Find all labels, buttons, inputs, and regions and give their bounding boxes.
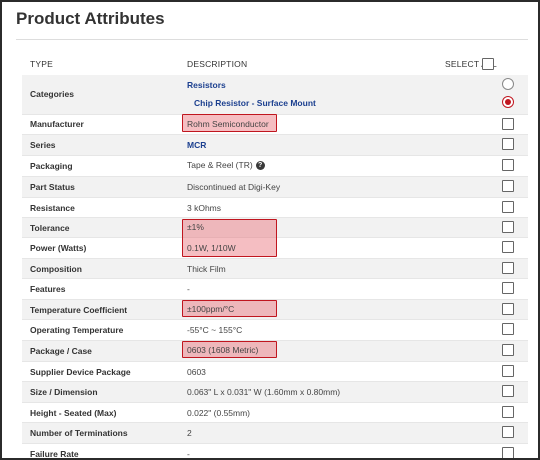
row-checkbox[interactable] bbox=[502, 365, 514, 377]
row-label: Failure Rate bbox=[30, 449, 79, 459]
table-row-size-dimension: Size / Dimension 0.063" L x 0.031" W (1.… bbox=[22, 382, 528, 403]
row-value: 0.022" (0.55mm) bbox=[187, 408, 251, 418]
row-label: Tolerance bbox=[30, 223, 70, 233]
row-label: Features bbox=[30, 284, 66, 294]
row-checkbox[interactable] bbox=[502, 118, 514, 130]
select-all-checkbox[interactable] bbox=[482, 58, 494, 70]
row-label: Categories bbox=[30, 89, 74, 99]
row-label: Series bbox=[30, 140, 56, 150]
category-radio-resistors[interactable] bbox=[502, 78, 514, 90]
row-checkbox[interactable] bbox=[502, 201, 514, 213]
page-title: Product Attributes bbox=[16, 9, 165, 28]
row-label: Size / Dimension bbox=[30, 387, 98, 397]
table-row-height-seated: Height - Seated (Max) 0.022" (0.55mm) bbox=[22, 403, 528, 423]
table-row-categories: Categories Resistors Chip Resistor - Sur… bbox=[22, 75, 528, 115]
row-checkbox[interactable] bbox=[502, 344, 514, 356]
table-row-features: Features - bbox=[22, 279, 528, 300]
category-resistors-link[interactable]: Resistors bbox=[187, 80, 226, 90]
row-label: Package / Case bbox=[30, 346, 92, 356]
row-checkbox[interactable] bbox=[502, 262, 514, 274]
title-divider bbox=[16, 39, 528, 40]
row-value: ±1% bbox=[187, 222, 204, 232]
row-value: 0603 bbox=[187, 367, 206, 377]
table-row-series: Series MCR bbox=[22, 135, 528, 156]
table-row-failure-rate: Failure Rate - bbox=[22, 444, 528, 459]
table-row-resistance: Resistance 3 kOhms bbox=[22, 198, 528, 218]
row-checkbox[interactable] bbox=[502, 447, 514, 458]
header-type: TYPE bbox=[30, 59, 54, 69]
row-value: 0.1W, 1/10W bbox=[187, 243, 236, 253]
row-value: - bbox=[187, 284, 190, 294]
row-value: -55°C ~ 155°C bbox=[187, 325, 243, 335]
row-label: Operating Temperature bbox=[30, 325, 124, 335]
row-label: Composition bbox=[30, 264, 82, 274]
row-checkbox[interactable] bbox=[502, 385, 514, 397]
row-value: Rohm Semiconductor bbox=[187, 119, 269, 129]
row-checkbox[interactable] bbox=[502, 303, 514, 315]
header-description: DESCRIPTION bbox=[187, 59, 248, 69]
row-checkbox[interactable] bbox=[502, 406, 514, 418]
row-label: Supplier Device Package bbox=[30, 367, 131, 377]
row-value: Discontinued at Digi-Key bbox=[187, 182, 281, 192]
row-checkbox[interactable] bbox=[502, 221, 514, 233]
table-row-part-status: Part Status Discontinued at Digi-Key bbox=[22, 177, 528, 198]
row-label: Power (Watts) bbox=[30, 243, 87, 253]
row-checkbox[interactable] bbox=[502, 323, 514, 335]
table-row-operating-temperature: Operating Temperature -55°C ~ 155°C bbox=[22, 320, 528, 341]
row-label: Temperature Coefficient bbox=[30, 305, 128, 315]
product-attributes-panel: Product Attributes TYPE DESCRIPTION SELE… bbox=[0, 0, 540, 460]
table-row-manufacturer: Manufacturer Rohm Semiconductor bbox=[22, 114, 528, 135]
table-row-packaging: Packaging Tape & Reel (TR)? bbox=[22, 156, 528, 177]
row-checkbox[interactable] bbox=[502, 159, 514, 171]
row-value: 2 bbox=[187, 428, 192, 438]
row-label: Packaging bbox=[30, 161, 73, 171]
row-value: 3 kOhms bbox=[187, 203, 222, 213]
row-label: Number of Terminations bbox=[30, 428, 128, 438]
row-label: Height - Seated (Max) bbox=[30, 408, 117, 418]
row-label: Part Status bbox=[30, 182, 75, 192]
table-row-supplier-device-package: Supplier Device Package 0603 bbox=[22, 362, 528, 382]
table-row-number-of-terminations: Number of Terminations 2 bbox=[22, 423, 528, 444]
series-link[interactable]: MCR bbox=[187, 140, 206, 150]
row-checkbox[interactable] bbox=[502, 282, 514, 294]
row-value: Thick Film bbox=[187, 264, 226, 274]
row-value: 0603 (1608 Metric) bbox=[187, 345, 259, 355]
row-value: - bbox=[187, 449, 190, 459]
row-checkbox[interactable] bbox=[502, 180, 514, 192]
category-radio-chip-resistor[interactable] bbox=[502, 96, 514, 108]
row-checkbox[interactable] bbox=[502, 426, 514, 438]
table-row-composition: Composition Thick Film bbox=[22, 259, 528, 279]
table-row-temperature-coefficient: Temperature Coefficient ±100ppm/°C bbox=[22, 300, 528, 320]
row-value: Tape & Reel (TR) bbox=[187, 160, 253, 170]
row-checkbox[interactable] bbox=[502, 138, 514, 150]
row-label: Resistance bbox=[30, 203, 75, 213]
row-value: 0.063" L x 0.031" W (1.60mm x 0.80mm) bbox=[187, 387, 341, 397]
row-checkbox[interactable] bbox=[502, 241, 514, 253]
row-value-wrap: Tape & Reel (TR)? bbox=[187, 160, 265, 171]
row-label: Manufacturer bbox=[30, 119, 84, 129]
category-chip-resistor-link[interactable]: Chip Resistor - Surface Mount bbox=[194, 98, 316, 108]
table-row-package-case: Package / Case 0603 (1608 Metric) bbox=[22, 341, 528, 362]
help-icon[interactable]: ? bbox=[255, 161, 265, 171]
row-value: ±100ppm/°C bbox=[187, 304, 235, 314]
